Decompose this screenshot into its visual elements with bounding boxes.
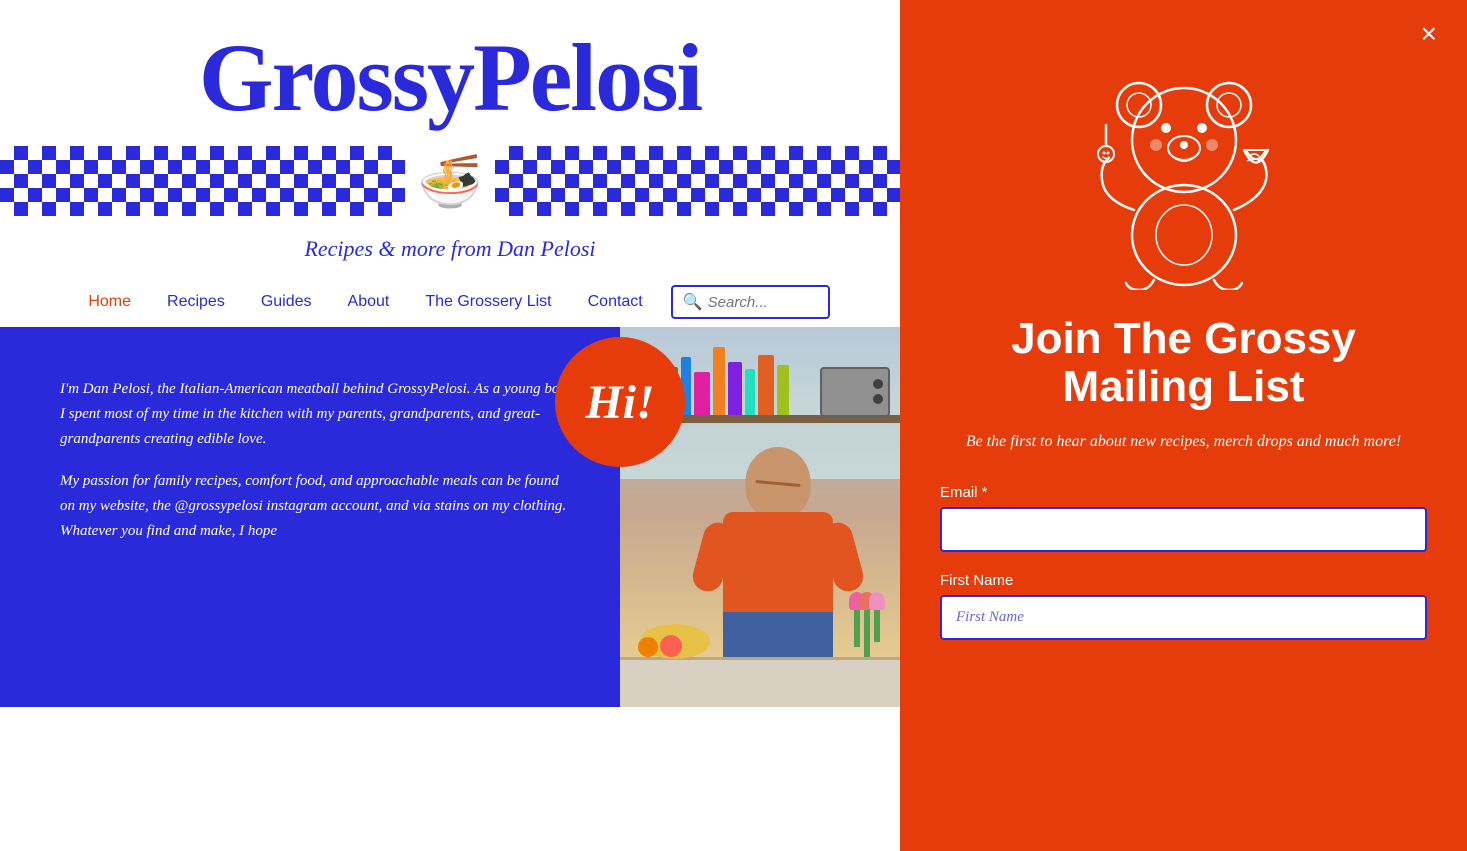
person-arm-right (819, 519, 866, 594)
hero-paragraph-2: My passion for family recipes, comfort f… (60, 469, 570, 543)
grapefruit (660, 635, 682, 657)
email-form-group: Email * (940, 484, 1427, 552)
right-panel: × (900, 0, 1467, 851)
book-7 (728, 362, 742, 417)
book-5 (694, 372, 710, 417)
hi-text: Hi! (585, 375, 654, 430)
nav-item-recipes[interactable]: Recipes (149, 285, 243, 319)
navigation: Home Recipes Guides About The Grossery L… (0, 277, 900, 327)
firstname-input[interactable] (940, 595, 1427, 640)
bear-illustration (940, 50, 1427, 290)
bowl-center: 🍜 (405, 146, 495, 216)
bear-svg (1084, 50, 1284, 290)
email-label: Email * (940, 484, 1427, 501)
nav-item-grossery-list[interactable]: The Grossery List (407, 285, 569, 319)
hero-section: Hi! I'm Dan Pelosi, the Italian-American… (0, 327, 900, 707)
microwave-button (873, 379, 883, 389)
book-6 (713, 347, 725, 417)
hi-badge: Hi! (555, 337, 685, 467)
join-subtitle: Be the first to hear about new recipes, … (940, 430, 1427, 454)
orange-fruit (638, 637, 658, 657)
firstname-form-group: First Name (940, 572, 1427, 640)
nav-item-contact[interactable]: Contact (570, 285, 661, 319)
bowl-icon: 🍜 (418, 151, 483, 212)
site-title: GrossyPelosi (0, 30, 900, 126)
search-input[interactable] (708, 294, 818, 311)
join-title: Join The Grossy Mailing List (940, 315, 1427, 412)
search-bar[interactable]: 🔍 (671, 285, 830, 319)
nav-item-home[interactable]: Home (70, 285, 149, 319)
person-smile (755, 480, 800, 487)
close-button[interactable]: × (1421, 20, 1437, 48)
microwave (820, 367, 890, 417)
book-8 (745, 369, 755, 417)
email-input[interactable] (940, 507, 1427, 552)
person (688, 447, 868, 667)
checker-right (495, 146, 900, 216)
firstname-label: First Name (940, 572, 1427, 589)
nav-item-about[interactable]: About (330, 285, 408, 319)
nav-item-guides[interactable]: Guides (243, 285, 330, 319)
person-arm-left (689, 519, 736, 594)
subtitle: Recipes & more from Dan Pelosi (0, 216, 900, 277)
hero-text: I'm Dan Pelosi, the Italian-American mea… (0, 327, 600, 582)
tulips (854, 607, 880, 657)
hero-paragraph-1: I'm Dan Pelosi, the Italian-American mea… (60, 377, 570, 451)
search-icon: 🔍 (683, 292, 703, 312)
microwave-button-2 (873, 394, 883, 404)
main-content: GrossyPelosi 🍜 Recipes & more from Dan P… (0, 0, 900, 851)
header: GrossyPelosi (0, 0, 900, 136)
counter (620, 657, 900, 707)
person-shirt (723, 512, 833, 617)
person-head (746, 447, 811, 517)
checker-left (0, 146, 405, 216)
checker-banner: 🍜 (0, 146, 900, 216)
book-10 (777, 365, 789, 417)
book-9 (758, 355, 774, 417)
